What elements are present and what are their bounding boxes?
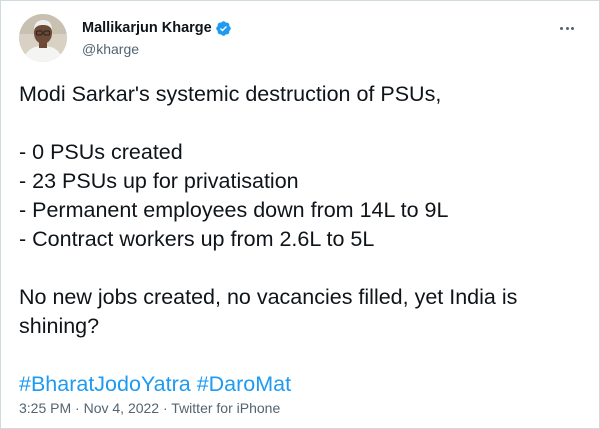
tweet-date[interactable]: Nov 4, 2022 [84, 400, 160, 416]
profile-photo-icon [19, 14, 67, 62]
tweet-header: Mallikarjun Kharge @kharge [19, 14, 581, 62]
tweet-intro: Modi Sarkar's systemic destruction of PS… [19, 82, 442, 106]
hashtag-link[interactable]: #DaroMat [197, 372, 291, 396]
author-handle[interactable]: @kharge [82, 39, 232, 59]
author-names: Mallikarjun Kharge @kharge [82, 18, 232, 59]
tweet-time[interactable]: 3:25 PM [19, 400, 71, 416]
meta-separator: · [159, 400, 172, 416]
display-name-row: Mallikarjun Kharge [82, 18, 232, 38]
tweet-point: - Contract workers up from 2.6L to 5L [19, 227, 375, 251]
avatar[interactable] [19, 14, 67, 62]
verified-badge-icon [215, 20, 231, 36]
tweet-point: - Permanent employees down from 14L to 9… [19, 198, 449, 222]
tweet-source[interactable]: Twitter for iPhone [171, 400, 280, 416]
hashtag-link[interactable]: #BharatJodoYatra [19, 372, 191, 396]
hashtag-row: #BharatJodoYatra #DaroMat [19, 370, 581, 399]
tweet-text: Modi Sarkar's systemic destruction of PS… [19, 80, 581, 399]
tweet-closing: No new jobs created, no vacancies filled… [19, 285, 518, 338]
more-options-icon[interactable] [555, 18, 579, 38]
meta-separator: · [71, 400, 84, 416]
tweet-card: Mallikarjun Kharge @kharge Modi Sarkar's… [0, 0, 600, 429]
tweet-point: - 0 PSUs created [19, 140, 183, 164]
tweet-metadata: 3:25 PM · Nov 4, 2022 · Twitter for iPho… [19, 399, 280, 417]
display-name[interactable]: Mallikarjun Kharge [82, 18, 212, 38]
tweet-point: - 23 PSUs up for privatisation [19, 169, 299, 193]
